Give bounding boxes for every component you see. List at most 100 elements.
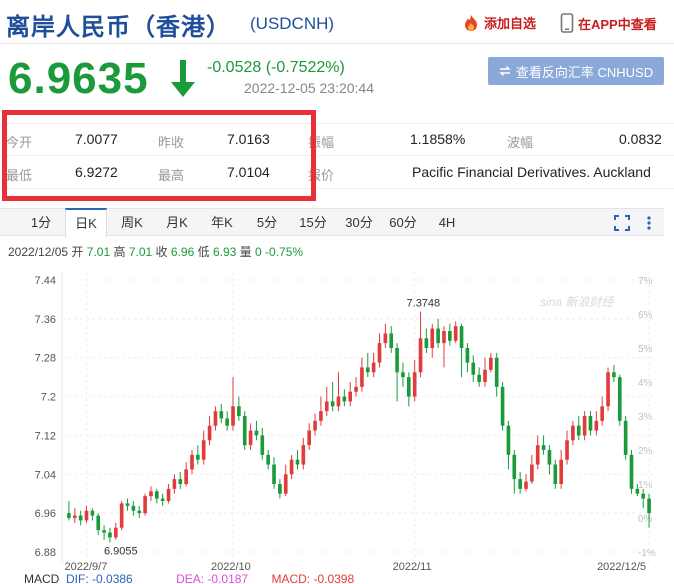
wave-label: 波幅 (507, 135, 534, 150)
pct-tick-label: -1% (638, 548, 656, 559)
open-label: 今开 (6, 135, 33, 150)
candle-body (588, 416, 593, 431)
y-tick-label: 7.2 (41, 392, 56, 404)
candle-body (213, 411, 218, 426)
y-tick-label: 7.36 (35, 314, 56, 326)
candle-body (535, 445, 540, 465)
candle-body (512, 454, 517, 480)
amplitude-value: 1.1858% (410, 131, 466, 147)
candle-body (242, 416, 247, 446)
header-bar: 离岸人民币（香港） (USDCNH) 添加自选 在APP中查看 (0, 0, 674, 44)
candle-body (565, 440, 569, 460)
current-price: 6.9635 (8, 54, 149, 103)
candle-body (465, 348, 470, 363)
pct-tick-label: 3% (638, 412, 653, 423)
candle-body (629, 454, 634, 489)
x-tick-label: 2022/12/5 (597, 561, 646, 572)
tab-yearly-k[interactable]: 年K (202, 209, 242, 236)
ohlc-high-label: 高 (113, 245, 126, 259)
candle-body (471, 362, 476, 375)
pct-tick-label: 6% (638, 310, 653, 321)
candle-body (248, 430, 253, 446)
candle-body (383, 333, 388, 344)
tab-60min[interactable]: 60分 (382, 209, 424, 236)
candle-body (371, 362, 376, 373)
candle-body (401, 372, 405, 378)
candle-body (623, 420, 628, 455)
candle-body (254, 430, 259, 436)
tab-monthly-k[interactable]: 月K (157, 209, 197, 236)
candle-body (530, 464, 534, 482)
x-tick-label: 2022/9/7 (65, 561, 108, 572)
ohlc-vol-label: 量 (239, 245, 252, 259)
candle-body (641, 493, 646, 499)
ohlc-close-label: 收 (155, 245, 168, 259)
candle-body (301, 445, 306, 465)
y-tick-label: 7.44 (35, 275, 56, 287)
high-label: 最高 (158, 168, 185, 183)
more-options-icon[interactable] (644, 215, 654, 231)
candle-body (108, 532, 112, 538)
candle-body (225, 418, 229, 426)
candle-body (207, 425, 212, 441)
phone-icon (560, 13, 574, 33)
candle-body (354, 386, 358, 392)
amplitude-label: 振幅 (308, 135, 335, 150)
view-in-app-button[interactable]: 在APP中查看 (560, 13, 657, 33)
tab-15min[interactable]: 15分 (292, 209, 334, 236)
tab-daily-k[interactable]: 日K (65, 208, 107, 237)
candle-body (524, 481, 528, 489)
ohlc-close: 6.96 (170, 245, 195, 259)
high-value: 7.0104 (227, 164, 270, 180)
candle-body (342, 396, 347, 402)
tab-weekly-k[interactable]: 周K (112, 209, 152, 236)
tab-30min[interactable]: 30分 (338, 209, 380, 236)
candle-body (459, 326, 464, 348)
y-tick-label: 7.04 (35, 469, 56, 481)
add-favorite-label: 添加自选 (484, 16, 537, 31)
candle-body (90, 510, 95, 516)
ohlc-open: 7.01 (86, 245, 111, 259)
ohlc-pct: -0.75% (265, 245, 304, 259)
candle-body (594, 420, 599, 431)
tab-1min[interactable]: 1分 (22, 209, 60, 236)
candle-body (418, 338, 423, 373)
candle-body (160, 498, 165, 501)
candle-body (278, 484, 282, 494)
candle-body (313, 420, 317, 431)
candle-body (571, 425, 575, 441)
candle-body (289, 459, 294, 475)
page-root: 离岸人民币（香港） (USDCNH) 添加自选 在APP中查看 6.9635 -… (0, 0, 674, 584)
candle-body (324, 401, 329, 412)
candle-body (606, 372, 610, 407)
candle-body (518, 479, 522, 489)
tab-5min[interactable]: 5分 (248, 209, 286, 236)
flame-icon (465, 14, 477, 31)
candle-body (483, 369, 487, 382)
candle-body (231, 406, 235, 426)
candle-body (172, 479, 177, 489)
candle-body (553, 464, 558, 484)
add-favorite-button[interactable]: 添加自选 (462, 13, 536, 32)
y-tick-label: 7.12 (35, 430, 56, 442)
fullscreen-icon[interactable] (614, 215, 630, 231)
candle-body (547, 450, 552, 465)
candle-body (494, 357, 499, 387)
x-tick-label: 2022/10 (211, 561, 251, 572)
view-in-app-label: 在APP中查看 (578, 16, 657, 32)
y-tick-label: 7.28 (35, 353, 56, 365)
candle-body (149, 491, 153, 497)
candle-body (506, 425, 511, 455)
period-tab-bar: 1分 日K 周K 月K 年K 5分 15分 30分 60分 4H (0, 208, 664, 237)
reverse-rate-button[interactable]: 查看反向汇率 CNHUSD (488, 57, 664, 85)
pct-tick-label: 7% (638, 276, 653, 287)
candle-body (612, 372, 616, 378)
ohlc-date: 2022/12/05 (8, 245, 69, 259)
candlestick-chart[interactable]: 7.44 7.36 7.28 7.2 7.12 7.04 6.96 6.88 7% 6% 5% 4% 3… (0, 262, 674, 572)
candle-body (330, 401, 335, 407)
candle-body (559, 459, 563, 484)
tab-4h[interactable]: 4H (428, 209, 466, 236)
candle-body (576, 425, 581, 436)
candle-body (178, 479, 183, 484)
quote-source-value: Pacific Financial Derivatives. Auckland (412, 164, 651, 180)
